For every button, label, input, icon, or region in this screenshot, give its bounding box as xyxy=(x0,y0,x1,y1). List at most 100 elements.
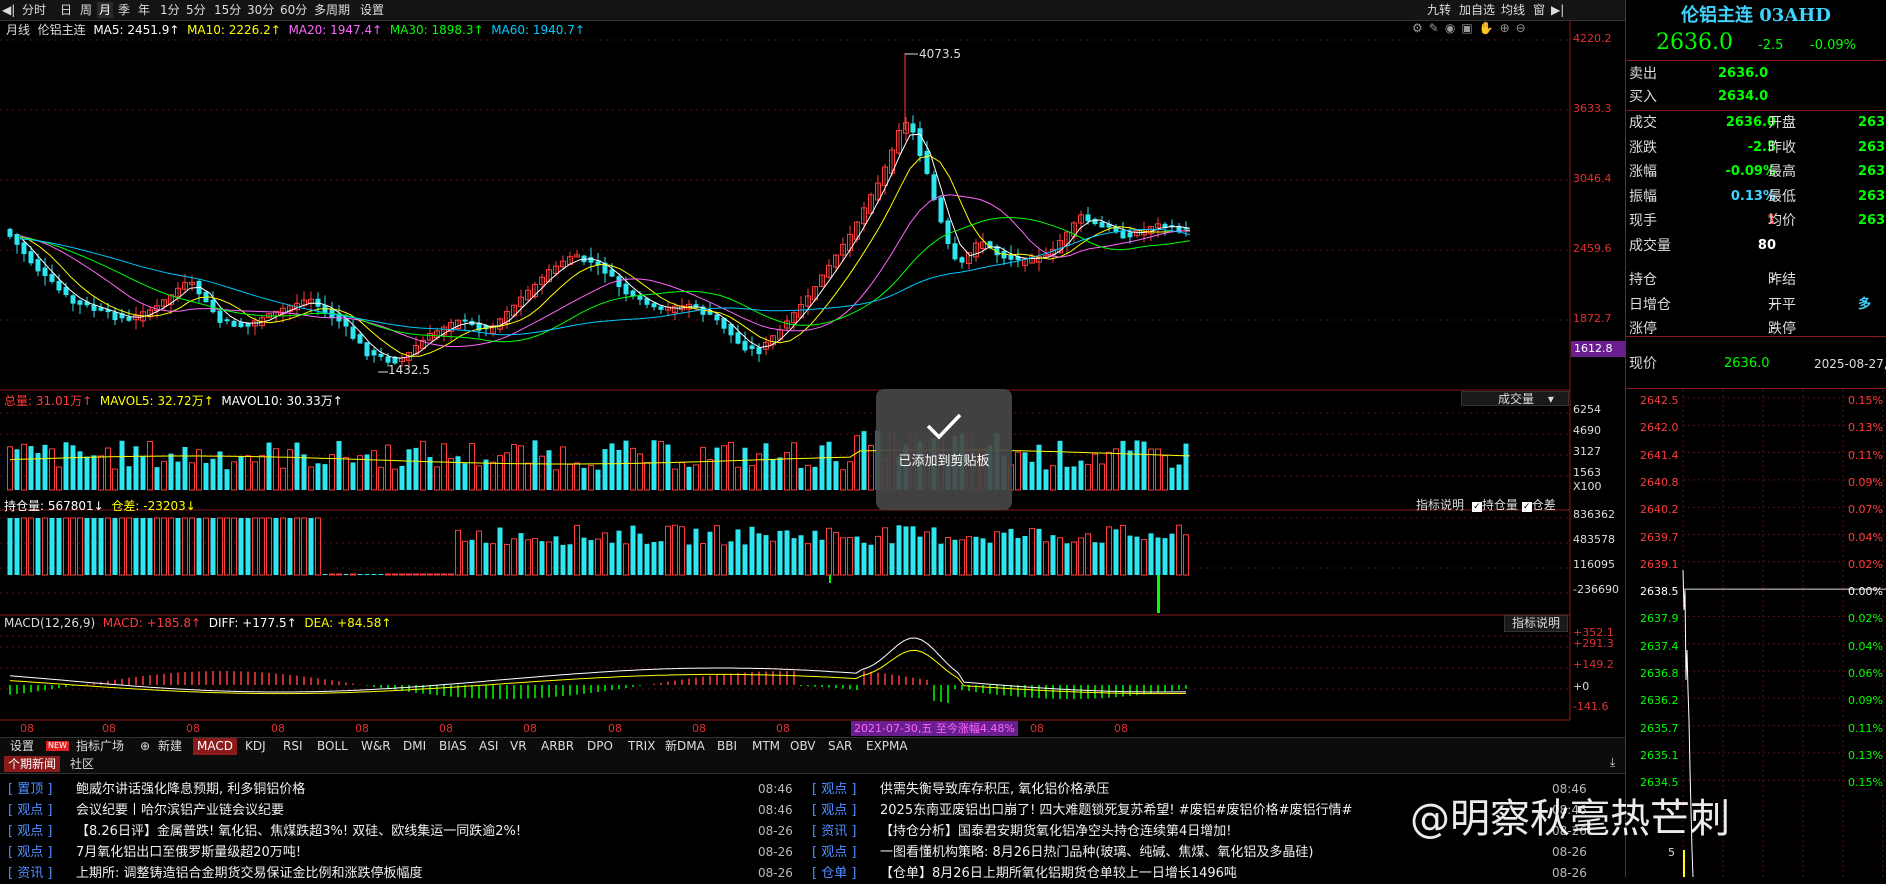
price-axis-label: 4220.2 xyxy=(1573,32,1612,45)
add-favorite-button[interactable]: 加自选 xyxy=(1459,2,1495,18)
tab-dpo[interactable]: DPO xyxy=(587,738,613,755)
period-tab-day[interactable]: 日 xyxy=(60,2,72,18)
tab-trix[interactable]: TRIX xyxy=(628,738,655,755)
news-tag: [ 仓单 ] xyxy=(812,866,857,881)
ma5-legend: MA5: 2451.9↑ xyxy=(93,23,180,37)
indicator-dropdown[interactable]: 成交量 ▾ xyxy=(1461,391,1569,406)
period-tab-30min[interactable]: 30分 xyxy=(247,2,274,18)
chart-tools: ⚙✎◉▣✋⊕⊖ xyxy=(1412,21,1532,35)
mini-pct-label: 0.09% xyxy=(1848,475,1883,489)
mini-price-label: 2637.4 xyxy=(1640,639,1679,653)
tab-rsi[interactable]: RSI xyxy=(283,738,303,755)
news-title[interactable]: 2025东南亚废铝出口崩了! 四大难题锁死复苏希望! #废铝#废铝价格#废铝行情… xyxy=(880,800,1352,821)
period-tab-multi[interactable]: 多周期 xyxy=(314,2,350,18)
tab-mtm[interactable]: MTM xyxy=(752,738,780,755)
oi-checkbox-label: 持仓量 xyxy=(1481,498,1518,512)
period-tab-month[interactable]: 月 xyxy=(97,2,113,18)
macd-legend: MACD(12,26,9) MACD: +185.8↑ DIFF: +177.5… xyxy=(4,616,391,630)
tab-newdma[interactable]: 新DMA xyxy=(665,738,705,755)
tab-asi[interactable]: ASI xyxy=(479,738,498,755)
mavol10-legend: MAVOL10: 30.33万↑ xyxy=(221,394,343,408)
download-icon[interactable]: ⤓ xyxy=(1610,755,1615,770)
tab-expma[interactable]: EXPMA xyxy=(866,738,908,755)
news-item[interactable]: [ 观点 ] 7月氧化铝出口至俄罗斯量级超20万吨! 08-26 xyxy=(8,842,800,863)
oi-help-button[interactable]: 指标说明 xyxy=(1416,498,1464,512)
quote-label: 昨结 xyxy=(1768,272,1796,288)
period-tab-60min[interactable]: 60分 xyxy=(280,2,307,18)
period-tab-year[interactable]: 年 xyxy=(138,2,150,18)
create-indicator-button[interactable]: 新建 xyxy=(158,738,182,755)
tab-dmi[interactable]: DMI xyxy=(403,738,426,755)
news-title[interactable]: 【持仓分析】国泰君安期货氧化铝净空头持仓连续第4日增加! xyxy=(880,821,1231,842)
quote-value: 2633 xyxy=(1858,188,1886,204)
settings-icon[interactable]: ⚙ xyxy=(1412,21,1429,35)
draw-icon[interactable]: ✎ xyxy=(1429,21,1445,35)
news-title[interactable]: 一图看懂机构策略: 8月26日热门品种(玻璃、纯碱、焦煤、氧化铝及多晶硅) xyxy=(880,842,1313,863)
period-tab-fenshi[interactable]: 分时 xyxy=(22,2,46,18)
period-tab-week[interactable]: 周 xyxy=(80,2,92,18)
back-icon[interactable]: ◀| xyxy=(2,2,15,18)
news-item[interactable]: [ 观点 ] 会议纪要丨哈尔滨铝产业链会议纪要 08:46 xyxy=(8,800,800,821)
chevron-down-icon: ▾ xyxy=(1547,392,1554,406)
oi-checkbox[interactable]: ✓ xyxy=(1471,502,1482,512)
tab-bias[interactable]: BIAS xyxy=(439,738,467,755)
indicator-settings-button[interactable]: 设置 xyxy=(10,738,34,755)
tab-sar[interactable]: SAR xyxy=(828,738,852,755)
now-date: 2025-08-27, xyxy=(1814,357,1886,371)
oi-value: 持仓量: 567801↓ xyxy=(4,499,104,513)
lock-icon[interactable]: ▣ xyxy=(1461,21,1478,35)
news-item[interactable]: [ 观点 ] 一图看懂机构策略: 8月26日热门品种(玻璃、纯碱、焦煤、氧化铝及多… xyxy=(812,842,1587,863)
tab-wr[interactable]: W&R xyxy=(361,738,391,755)
period-tab-quarter[interactable]: 季 xyxy=(118,2,130,18)
mini-pct-label: 0.04% xyxy=(1848,639,1883,653)
news-item[interactable]: [ 仓单 ] 【仓单】8月26日上期所氧化铝期货仓单较上一日增长1496吨 08-2… xyxy=(812,863,1587,884)
mini-price-label: 2635.1 xyxy=(1640,748,1679,762)
ma-button[interactable]: 均线 xyxy=(1501,2,1525,18)
news-item[interactable]: [ 观点 ] 【8.26日评】金属普跌! 氧化铝、焦煤跌超3%! 双硅、欧线集运一… xyxy=(8,821,800,842)
news-title[interactable]: 上期所: 调整铸造铝合金期货交易保证金比例和涨跌停板幅度 xyxy=(76,863,423,884)
hand-icon[interactable]: ✋ xyxy=(1479,21,1500,35)
watermark: @明察秋毫热芒刺 xyxy=(1410,796,1730,842)
last-price: 2636.0 xyxy=(1656,30,1733,55)
tab-community[interactable]: 社区 xyxy=(70,756,94,772)
tab-arbr[interactable]: ARBR xyxy=(541,738,574,755)
news-item[interactable]: [ 置顶 ] 鲍威尔讲话强化降息预期, 利多铜铝价格 08:46 xyxy=(8,779,800,800)
period-tab-15min[interactable]: 15分 xyxy=(214,2,241,18)
macd-help-button[interactable]: 指标说明 xyxy=(1504,615,1568,632)
jiuzhuan-button[interactable]: 九转 xyxy=(1427,2,1451,18)
create-icon[interactable]: ⊕ xyxy=(140,738,150,755)
tab-macd[interactable]: MACD xyxy=(193,738,237,755)
news-tag: [ 观点 ] xyxy=(812,782,857,797)
news-title[interactable]: 【8.26日评】金属普跌! 氧化铝、焦煤跌超3%! 双硅、欧线集运一同跌逾2%! xyxy=(76,821,521,842)
quote-value: - xyxy=(1770,272,1776,287)
eye-icon[interactable]: ◉ xyxy=(1445,21,1461,35)
tab-futures-news[interactable]: 个期新闻 xyxy=(4,756,61,772)
news-title[interactable]: 鲍威尔讲话强化降息预期, 利多铜铝价格 xyxy=(76,779,305,800)
tab-boll[interactable]: BOLL xyxy=(317,738,348,755)
now-price: 2636.0 xyxy=(1724,356,1770,371)
zoom-out-icon[interactable]: ⊖ xyxy=(1516,21,1532,35)
next-icon[interactable]: ▶| xyxy=(1551,2,1564,18)
news-item[interactable]: [ 资讯 ] 上期所: 调整铸造铝合金期货交易保证金比例和涨跌停板幅度 08-26 xyxy=(8,863,800,884)
diff-checkbox[interactable]: ✓ xyxy=(1521,502,1532,512)
tab-kdj[interactable]: KDJ xyxy=(245,738,266,755)
tab-obv[interactable]: OBV xyxy=(790,738,816,755)
tab-vr[interactable]: VR xyxy=(510,738,527,755)
price-change-pct: -0.09% xyxy=(1810,38,1856,53)
tab-bbi[interactable]: BBI xyxy=(717,738,737,755)
news-title[interactable]: 【仓单】8月26日上期所氧化铝期货仓单较上一日增长1496吨 xyxy=(880,863,1237,884)
mini-price-label: 2641.4 xyxy=(1640,448,1679,462)
period-tab-5min[interactable]: 5分 xyxy=(186,2,206,18)
period-tab-1min[interactable]: 1分 xyxy=(160,2,180,18)
news-title[interactable]: 7月氧化铝出口至俄罗斯量级超20万吨! xyxy=(76,842,301,863)
mini-price-label: 2642.0 xyxy=(1640,421,1679,435)
check-icon xyxy=(876,411,1012,444)
low-marker: 1432.5 xyxy=(388,363,430,377)
price-axis-label: 2459.6 xyxy=(1573,242,1612,255)
indicator-square-button[interactable]: 指标广场 xyxy=(76,738,124,755)
settings-button[interactable]: 设置 xyxy=(360,2,384,18)
window-button[interactable]: 窗 xyxy=(1533,2,1545,18)
zoom-in-icon[interactable]: ⊕ xyxy=(1500,21,1516,35)
news-title[interactable]: 会议纪要丨哈尔滨铝产业链会议纪要 xyxy=(76,800,284,821)
news-title[interactable]: 供需失衡导致库存积压, 氧化铝价格承压 xyxy=(880,779,1109,800)
